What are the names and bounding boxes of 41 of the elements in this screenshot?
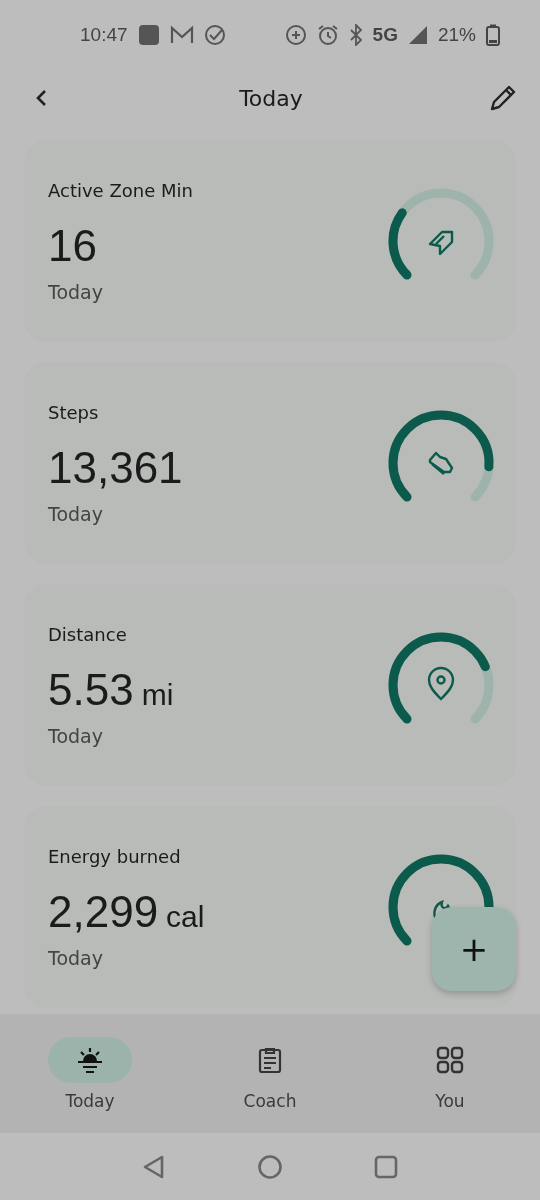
- battery-percent: 21%: [437, 24, 476, 46]
- mail-icon: [169, 25, 194, 45]
- grid-icon: [435, 1044, 465, 1075]
- recents-button[interactable]: [373, 1153, 399, 1180]
- double-arrow-icon: [428, 230, 454, 256]
- stat-period: Today: [48, 502, 104, 525]
- bluetooth-icon: [348, 24, 363, 46]
- signal-icon: [407, 25, 428, 45]
- network-type: 5G: [372, 24, 398, 46]
- pencil-icon: [488, 83, 518, 113]
- location-pin-icon: [427, 666, 455, 701]
- clock-time: 10:47: [80, 24, 128, 46]
- check-circle-icon: [203, 24, 226, 46]
- stat-card[interactable]: Active Zone Min 16 Today: [24, 140, 516, 342]
- stat-card[interactable]: Steps 13,361 Today: [24, 362, 516, 564]
- stat-value: 2,299: [48, 886, 159, 937]
- stat-period: Today: [48, 280, 104, 303]
- home-button[interactable]: [257, 1153, 283, 1180]
- stat-card[interactable]: Distance 5.53 mi Today: [24, 584, 516, 786]
- stat-period: Today: [48, 946, 104, 969]
- stat-unit: mi: [141, 677, 174, 712]
- stat-label: Energy burned: [48, 845, 182, 867]
- add-button[interactable]: +: [432, 907, 516, 991]
- nav-tab[interactable]: Coach: [210, 1036, 330, 1111]
- page-title: Today: [239, 85, 303, 111]
- data-saver-icon: [284, 24, 307, 46]
- circle-icon: [257, 1153, 283, 1180]
- edit-button[interactable]: [488, 83, 518, 113]
- stat-value: 16: [48, 220, 97, 271]
- nav-tab[interactable]: Today: [30, 1036, 150, 1111]
- nav-tab[interactable]: You: [390, 1036, 510, 1111]
- stat-period: Today: [48, 724, 104, 747]
- stat-label: Steps: [48, 401, 100, 423]
- stat-unit: cal: [166, 899, 205, 934]
- stat-value: 13,361: [48, 442, 183, 493]
- stat-label: Active Zone Min: [48, 179, 194, 201]
- alarm-icon: [316, 24, 339, 46]
- square-icon: [373, 1153, 399, 1180]
- battery-icon: [486, 24, 500, 46]
- stat-label: Distance: [48, 623, 128, 645]
- stat-value: 5.53: [48, 664, 134, 715]
